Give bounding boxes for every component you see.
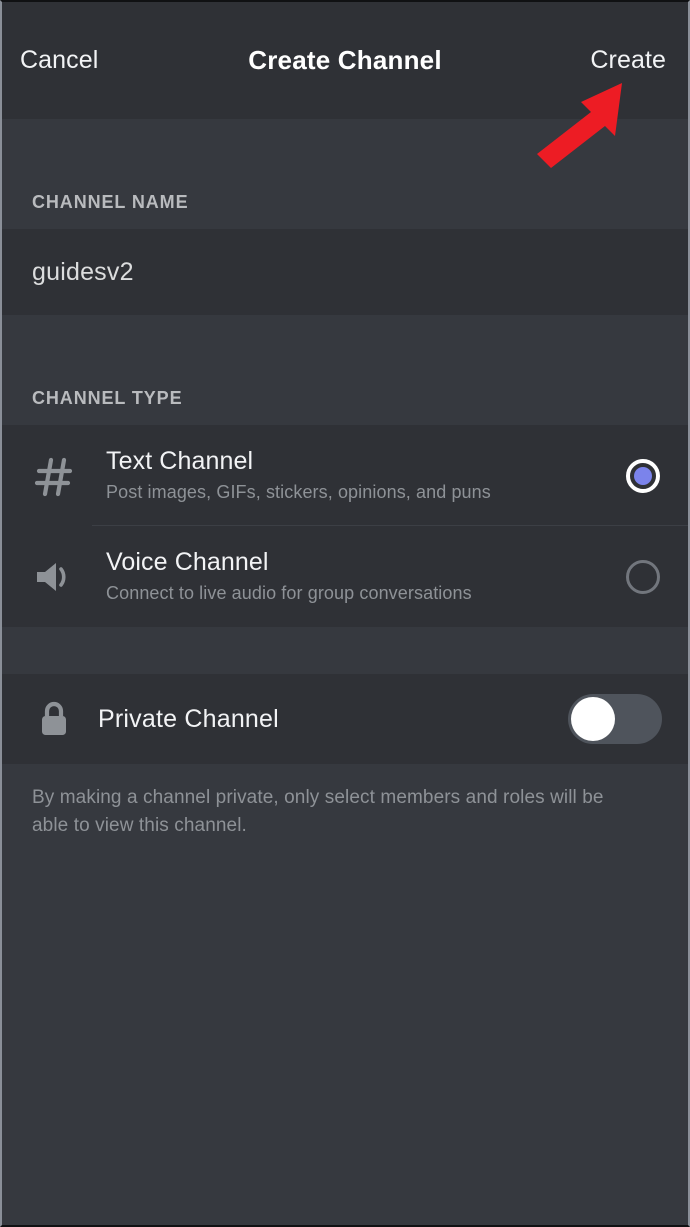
channel-name-label-text: CHANNEL NAME	[32, 192, 189, 212]
private-channel-label: Private Channel	[98, 704, 279, 733]
text-channel-description: Post images, GIFs, stickers, opinions, a…	[106, 482, 491, 503]
speaker-icon	[2, 555, 106, 599]
cancel-button[interactable]: Cancel	[20, 46, 98, 75]
channel-type-option-voice[interactable]: Voice Channel Connect to live audio for …	[2, 526, 688, 627]
create-button[interactable]: Create	[590, 46, 666, 75]
voice-channel-description: Connect to live audio for group conversa…	[106, 583, 472, 604]
page-title: Create Channel	[248, 45, 442, 75]
hash-icon	[2, 454, 106, 498]
radio-voice-channel[interactable]	[626, 559, 660, 594]
lock-icon	[2, 699, 106, 739]
radio-text-channel[interactable]	[626, 458, 660, 493]
channel-type-option-text[interactable]: Text Channel Post images, GIFs, stickers…	[2, 425, 688, 526]
channel-type-label-text: CHANNEL TYPE	[32, 388, 183, 408]
create-channel-screen: Cancel Create Channel Create CHANNEL NAM…	[0, 0, 690, 1227]
text-channel-text-block: Text Channel Post images, GIFs, stickers…	[106, 447, 626, 504]
channel-name-input-row[interactable]: guidesv2	[2, 229, 688, 315]
channel-type-section-label: CHANNEL TYPE	[2, 315, 688, 425]
section-gap	[2, 627, 688, 674]
voice-channel-text-block: Voice Channel Connect to live audio for …	[106, 548, 626, 605]
channel-name-section-label: CHANNEL NAME	[2, 119, 688, 229]
toggle-knob	[571, 697, 615, 741]
text-channel-title: Text Channel	[106, 447, 254, 476]
voice-channel-title: Voice Channel	[106, 548, 269, 577]
private-channel-description: By making a channel private, only select…	[2, 764, 688, 840]
private-channel-row[interactable]: Private Channel	[2, 674, 688, 764]
private-channel-toggle[interactable]	[568, 694, 662, 744]
navigation-bar: Cancel Create Channel Create	[2, 2, 688, 119]
channel-name-input[interactable]: guidesv2	[32, 258, 134, 287]
